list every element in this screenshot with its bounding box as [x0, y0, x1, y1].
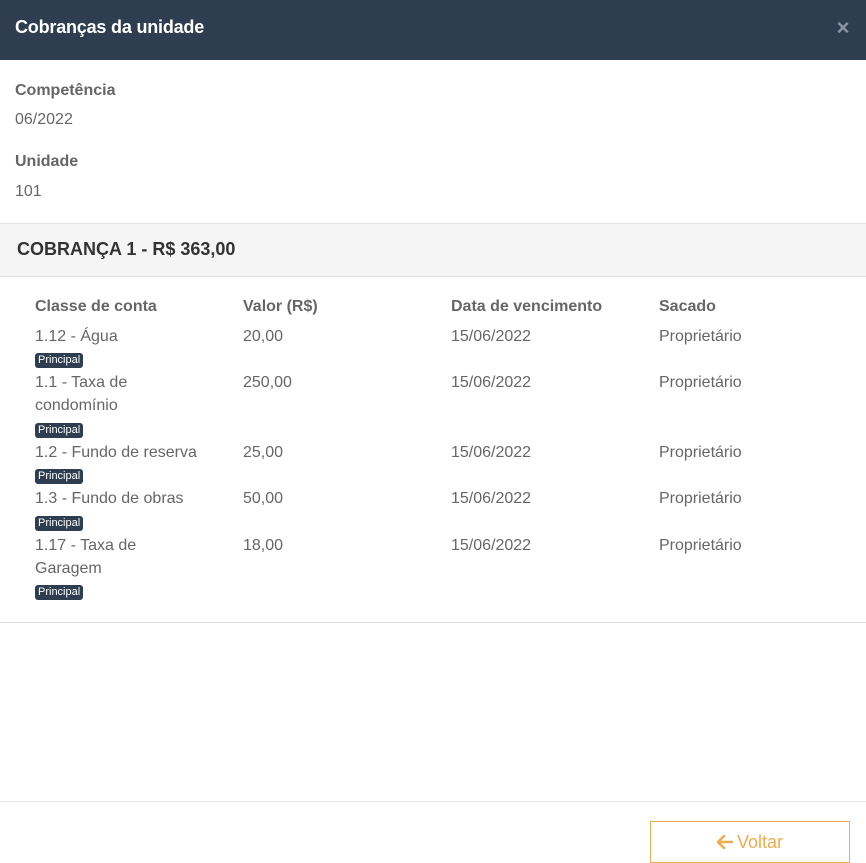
- charge-title: COBRANÇA 1 - R$ 363,00: [17, 239, 236, 259]
- row-sacado: Proprietário: [659, 374, 742, 391]
- row-classe: 1.2 - Fundo de reserva: [35, 444, 197, 461]
- back-button-label: Voltar: [736, 831, 784, 852]
- row-vencimento: 15/06/2022: [451, 490, 532, 507]
- row-vencimento: 15/06/2022: [451, 374, 532, 391]
- row-valor: 25,00: [243, 444, 284, 461]
- modal-header: Cobranças da unidade ×: [0, 0, 866, 60]
- row-valor: 20,00: [243, 328, 284, 345]
- principal-badge: Principal: [35, 469, 84, 484]
- row-sacado: Proprietário: [659, 328, 742, 345]
- back-button[interactable]: Voltar: [650, 821, 850, 863]
- row-vencimento: 15/06/2022: [451, 444, 532, 461]
- row-classe: 1.3 - Fundo de obras: [35, 490, 184, 507]
- row-sacado: Proprietário: [659, 537, 742, 554]
- column-header-valor: Valor (R$): [243, 298, 318, 315]
- principal-badge: Principal: [35, 423, 84, 438]
- unidade-label: Unidade: [15, 153, 79, 170]
- row-vencimento: 15/06/2022: [451, 328, 532, 345]
- principal-badge: Principal: [35, 516, 84, 531]
- row-sacado: Proprietário: [659, 444, 742, 461]
- principal-badge: Principal: [35, 585, 84, 600]
- row-vencimento: 15/06/2022: [451, 537, 532, 554]
- row-valor: 50,00: [243, 490, 284, 507]
- column-header-classe: Classe de conta: [35, 298, 157, 315]
- row-classe: 1.1 - Taxa de condomínio: [35, 374, 128, 414]
- row-valor: 250,00: [243, 374, 292, 391]
- close-button[interactable]: ×: [834, 16, 852, 40]
- row-classe: 1.17 - Taxa de Garagem: [35, 537, 137, 577]
- table-divider: [0, 622, 866, 623]
- close-icon: ×: [836, 15, 850, 40]
- footer-divider: [0, 801, 866, 802]
- row-classe: 1.12 - Água: [35, 328, 118, 345]
- unidade-value: 101: [15, 183, 42, 200]
- row-valor: 18,00: [243, 537, 284, 554]
- principal-badge: Principal: [35, 353, 84, 368]
- column-header-sacado: Sacado: [659, 298, 716, 315]
- modal-title: Cobranças da unidade: [15, 17, 205, 37]
- row-sacado: Proprietário: [659, 490, 742, 507]
- arrow-left-icon: [716, 835, 733, 849]
- competencia-value: 06/2022: [15, 111, 73, 128]
- competencia-label: Competência: [15, 82, 116, 99]
- charge-header: COBRANÇA 1 - R$ 363,00: [0, 223, 866, 277]
- column-header-vencimento: Data de vencimento: [451, 298, 603, 315]
